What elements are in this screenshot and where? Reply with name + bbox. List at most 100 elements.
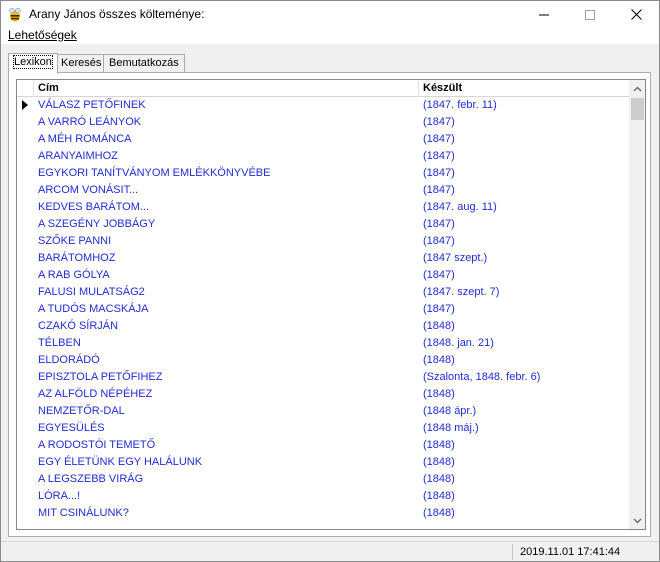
cell-created[interactable]: (1847. febr. 11): [419, 97, 629, 114]
cell-created[interactable]: (1847): [419, 114, 629, 131]
cell-title[interactable]: NEMZETŐR-DAL: [34, 403, 419, 420]
table-row[interactable]: NEMZETŐR-DAL (1848 ápr.): [17, 403, 629, 420]
cell-created[interactable]: (1848): [419, 386, 629, 403]
cell-created[interactable]: (1847): [419, 216, 629, 233]
table-row[interactable]: A RAB GÓLYA (1847): [17, 267, 629, 284]
table-row[interactable]: ELDORÁDÓ (1848): [17, 352, 629, 369]
row-header[interactable]: [17, 284, 34, 301]
table-row[interactable]: VÁLASZ PETŐFINEK (1847. febr. 11): [17, 97, 629, 114]
scroll-up-button[interactable]: [629, 80, 645, 97]
row-header[interactable]: [17, 369, 34, 386]
table-row[interactable]: KEDVES BARÁTOM... (1847. aug. 11): [17, 199, 629, 216]
row-header[interactable]: [17, 454, 34, 471]
row-header[interactable]: [17, 471, 34, 488]
cell-created[interactable]: (1848): [419, 352, 629, 369]
row-header[interactable]: [17, 403, 34, 420]
cell-title[interactable]: A TUDÓS MACSKÁJA: [34, 301, 419, 318]
row-header[interactable]: [17, 148, 34, 165]
cell-title[interactable]: AZ ALFÖLD NÉPÉHEZ: [34, 386, 419, 403]
row-header[interactable]: [17, 165, 34, 182]
cell-title[interactable]: ARANYAIMHOZ: [34, 148, 419, 165]
table-row[interactable]: A RODOSTÓI TEMETŐ (1848): [17, 437, 629, 454]
cell-title[interactable]: A SZEGÉNY JOBBÁGY: [34, 216, 419, 233]
table-row[interactable]: EGYESÜLÉS (1848 máj.): [17, 420, 629, 437]
table-row[interactable]: A TUDÓS MACSKÁJA (1847): [17, 301, 629, 318]
row-header[interactable]: [17, 267, 34, 284]
cell-created[interactable]: (1848 máj.): [419, 420, 629, 437]
row-header[interactable]: [17, 97, 34, 114]
tab-kereses[interactable]: Keresés: [55, 54, 108, 73]
cell-created[interactable]: (Szalonta, 1848. febr. 6): [419, 369, 629, 386]
table-row[interactable]: EGY ÉLETÜNK EGY HALÁLUNK (1848): [17, 454, 629, 471]
row-header[interactable]: [17, 437, 34, 454]
cell-created[interactable]: (1848 ápr.): [419, 403, 629, 420]
close-button[interactable]: [613, 1, 659, 28]
scroll-thumb[interactable]: [631, 98, 644, 120]
scroll-down-button[interactable]: [629, 512, 645, 529]
cell-created[interactable]: (1848): [419, 471, 629, 488]
cell-title[interactable]: EGYESÜLÉS: [34, 420, 419, 437]
cell-title[interactable]: A VARRÓ LEÁNYOK: [34, 114, 419, 131]
row-header[interactable]: [17, 250, 34, 267]
table-row[interactable]: A VARRÓ LEÁNYOK (1847): [17, 114, 629, 131]
row-header[interactable]: [17, 114, 34, 131]
cell-title[interactable]: BARÁTOMHOZ: [34, 250, 419, 267]
table-row[interactable]: A LEGSZEBB VIRÁG (1848): [17, 471, 629, 488]
table-row[interactable]: EPISZTOLA PETŐFIHEZ (Szalonta, 1848. febr…: [17, 369, 629, 386]
row-header[interactable]: [17, 182, 34, 199]
cell-title[interactable]: EPISZTOLA PETŐFIHEZ: [34, 369, 419, 386]
column-header-title[interactable]: Cím: [34, 80, 419, 97]
cell-title[interactable]: KEDVES BARÁTOM...: [34, 199, 419, 216]
cell-created[interactable]: (1847 szept.): [419, 250, 629, 267]
table-row[interactable]: ARCOM VONÁSIT... (1847): [17, 182, 629, 199]
cell-title[interactable]: TÉLBEN: [34, 335, 419, 352]
row-header[interactable]: [17, 420, 34, 437]
cell-created[interactable]: (1847): [419, 267, 629, 284]
table-row[interactable]: TÉLBEN (1848. jan. 21): [17, 335, 629, 352]
minimize-button[interactable]: [521, 1, 567, 28]
row-header[interactable]: [17, 386, 34, 403]
vertical-scrollbar[interactable]: [629, 80, 645, 529]
cell-title[interactable]: LÓRA...!: [34, 488, 419, 505]
table-row[interactable]: EGYKORI TANÍTVÁNYOM EMLÉKKÖNYVÉBE (1847): [17, 165, 629, 182]
cell-title[interactable]: CZAKÓ SÍRJÁN: [34, 318, 419, 335]
cell-title[interactable]: ELDORÁDÓ: [34, 352, 419, 369]
cell-created[interactable]: (1848): [419, 505, 629, 522]
cell-created[interactable]: (1847): [419, 165, 629, 182]
cell-created[interactable]: (1848. jan. 21): [419, 335, 629, 352]
cell-title[interactable]: A RODOSTÓI TEMETŐ: [34, 437, 419, 454]
cell-title[interactable]: A RAB GÓLYA: [34, 267, 419, 284]
cell-created[interactable]: (1847): [419, 148, 629, 165]
title-bar[interactable]: Arany János összes költeménye:: [1, 1, 659, 28]
cell-title[interactable]: FALUSI MULATSÁG2: [34, 284, 419, 301]
cell-created[interactable]: (1847): [419, 131, 629, 148]
table-row[interactable]: MIT CSINÁLUNK? (1848): [17, 505, 629, 522]
cell-title[interactable]: VÁLASZ PETŐFINEK: [34, 97, 419, 114]
cell-created[interactable]: (1848): [419, 318, 629, 335]
row-header[interactable]: [17, 352, 34, 369]
table-row[interactable]: A MÉH ROMÁNCA (1847): [17, 131, 629, 148]
cell-title[interactable]: SZŐKE PANNI: [34, 233, 419, 250]
tab-bemutatkozas[interactable]: Bemutatkozás: [103, 54, 185, 73]
table-row[interactable]: A SZEGÉNY JOBBÁGY (1847): [17, 216, 629, 233]
row-header[interactable]: [17, 199, 34, 216]
table-row[interactable]: FALUSI MULATSÁG2 (1847. szept. 7): [17, 284, 629, 301]
cell-created[interactable]: (1847. aug. 11): [419, 199, 629, 216]
table-row[interactable]: CZAKÓ SÍRJÁN (1848): [17, 318, 629, 335]
row-header[interactable]: [17, 301, 34, 318]
table-row[interactable]: LÓRA...! (1848): [17, 488, 629, 505]
table-row[interactable]: BARÁTOMHOZ (1847 szept.): [17, 250, 629, 267]
row-header[interactable]: [17, 505, 34, 522]
maximize-button[interactable]: [567, 1, 613, 28]
tab-lexikon[interactable]: Lexikon: [8, 53, 58, 74]
row-header[interactable]: [17, 318, 34, 335]
row-header[interactable]: [17, 131, 34, 148]
poems-grid[interactable]: Cím Készült VÁLASZ PETŐFINEK (1847. febr.…: [16, 79, 646, 530]
column-header-created[interactable]: Készült: [419, 80, 629, 97]
cell-created[interactable]: (1847): [419, 182, 629, 199]
cell-created[interactable]: (1848): [419, 454, 629, 471]
cell-created[interactable]: (1847. szept. 7): [419, 284, 629, 301]
cell-title[interactable]: EGY ÉLETÜNK EGY HALÁLUNK: [34, 454, 419, 471]
menu-options[interactable]: Lehetőségek: [8, 28, 77, 42]
row-header[interactable]: [17, 488, 34, 505]
